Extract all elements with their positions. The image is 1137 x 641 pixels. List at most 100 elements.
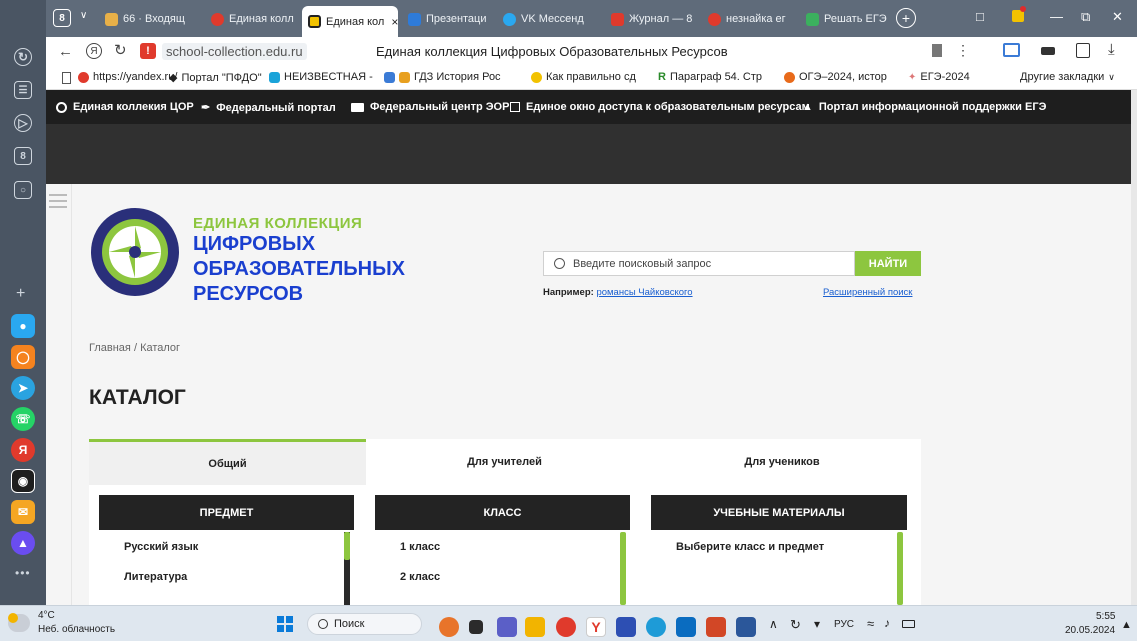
bookmark-page-icon[interactable]	[932, 44, 942, 57]
topnav-link[interactable]: ✒ Федеральный портал	[201, 101, 336, 115]
browser-tab-active[interactable]: Единая кол ×	[302, 6, 398, 37]
topnav-link[interactable]: Единое окно доступа к образовательным ре…	[510, 101, 810, 113]
search-button[interactable]: НАЙТИ	[855, 251, 921, 276]
tray-pen-icon[interactable]: ▾	[814, 617, 820, 631]
page-scrollbar[interactable]	[1131, 90, 1137, 605]
tab-count-badge[interactable]: 8	[53, 9, 71, 27]
close-window-icon[interactable]: ✕	[1112, 9, 1123, 25]
advanced-search-link[interactable]: Расширенный поиск	[823, 287, 912, 298]
word-icon[interactable]	[736, 617, 756, 637]
language-indicator[interactable]: РУС	[834, 619, 854, 630]
yandex-icon[interactable]	[556, 617, 576, 637]
app-icon[interactable]	[616, 617, 636, 637]
tab-badge-icon[interactable]: 8	[14, 147, 32, 165]
tab-teachers[interactable]: Для учителей	[366, 439, 643, 485]
wifi-icon[interactable]: ≈	[867, 616, 874, 631]
volume-icon[interactable]: ♪	[884, 616, 890, 630]
powerpoint-icon[interactable]	[706, 617, 726, 637]
subject-item[interactable]: Литература	[124, 571, 187, 583]
breadcrumb-home[interactable]: Главная	[89, 342, 131, 354]
widgets-icon[interactable]	[439, 617, 459, 637]
subject-item[interactable]: Русский язык	[124, 541, 198, 553]
mail-icon[interactable]	[676, 617, 696, 637]
new-tab-button[interactable]: +	[896, 8, 916, 28]
clock-time[interactable]: 5:55	[1096, 611, 1115, 622]
alice-icon[interactable]: ▲	[11, 531, 35, 555]
windows-start-icon[interactable]	[277, 616, 293, 632]
tab-general[interactable]: Общий	[89, 439, 366, 485]
bookmark-item[interactable]: ОГЭ–2024, истор	[784, 71, 887, 83]
url-domain[interactable]: school-collection.edu.ru	[162, 43, 307, 60]
bookmark-item[interactable]: https://yandex.ru/	[78, 71, 177, 83]
notification-bell-icon[interactable]: ▲	[1121, 619, 1132, 631]
messenger-icon[interactable]: ●	[11, 314, 35, 338]
bookmark-page-outline-icon[interactable]	[62, 72, 71, 84]
task-view-icon[interactable]	[469, 620, 483, 634]
topnav-link[interactable]: Федеральный центр ЭОР	[351, 101, 509, 113]
bookmark-item[interactable]: ГДЗ История Рос	[384, 71, 501, 83]
url-page-title[interactable]: Единая коллекция Цифровых Образовательны…	[376, 44, 728, 59]
tray-sync-icon[interactable]: ↻	[790, 617, 801, 633]
weather-text[interactable]: Неб. облачность	[38, 624, 115, 635]
clock-date[interactable]: 20.05.2024	[1065, 625, 1115, 636]
history-icon[interactable]: ↻	[14, 48, 32, 66]
browser-tab[interactable]: 66 · Входящ	[99, 7, 204, 31]
subject-list-scrollbar[interactable]	[344, 532, 350, 560]
whatsapp-icon[interactable]: ☏	[11, 407, 35, 431]
yandex-home-icon[interactable]: Я	[86, 43, 102, 59]
yandex-icon[interactable]: Я	[11, 438, 35, 462]
search-input[interactable]: Введите поисковый запрос	[573, 258, 711, 270]
materials-list-scrollbar[interactable]	[897, 532, 903, 605]
hamburger-menu-icon[interactable]	[49, 194, 67, 208]
browser-tab[interactable]: Журнал — 8	[605, 7, 701, 31]
teams-icon[interactable]	[497, 617, 517, 637]
downloads-panel-icon[interactable]	[1076, 43, 1090, 58]
battery-icon[interactable]	[902, 620, 915, 628]
bookmarks-panel-icon[interactable]: ☰	[14, 81, 32, 99]
weather-temp[interactable]: 4°C	[38, 610, 55, 621]
file-explorer-icon[interactable]	[525, 617, 545, 637]
tab-list-chevron-icon[interactable]: ∨	[80, 10, 87, 21]
grade-item[interactable]: 2 класс	[400, 571, 440, 583]
topnav-link[interactable]: Единая коллекия ЦОР	[56, 101, 194, 113]
menu-dots-icon[interactable]: ⋮	[956, 42, 970, 59]
browser-tab[interactable]: Единая колл	[205, 7, 297, 31]
tab-students[interactable]: Для учеников	[643, 439, 921, 485]
more-icon[interactable]: •••	[15, 566, 31, 580]
add-panel-icon[interactable]: +	[16, 285, 25, 303]
mail-icon[interactable]: ✉	[11, 500, 35, 524]
browser-tab[interactable]: Решать ЕГЭ	[800, 7, 894, 31]
site-logo[interactable]	[89, 206, 181, 303]
download-icon[interactable]: ⤓	[1108, 41, 1115, 58]
battery-icon[interactable]	[1041, 47, 1055, 55]
minimize-icon[interactable]: —	[1050, 9, 1063, 24]
example-link[interactable]: романсы Чайковского	[596, 287, 692, 298]
chat-icon[interactable]: ○	[14, 181, 32, 199]
bookmark-item[interactable]: ◆ Портал "ПФДО"	[169, 71, 262, 85]
play-icon[interactable]: ▷	[14, 114, 32, 132]
bookmark-item[interactable]: R Параграф 54. Стр	[658, 71, 762, 83]
restore-icon[interactable]: ⧉	[1081, 9, 1090, 25]
reload-icon[interactable]: ↻	[114, 41, 127, 59]
browser-tab[interactable]: незнайка ег	[702, 7, 799, 31]
collections-icon[interactable]: □	[976, 9, 984, 24]
security-warning-icon[interactable]: !	[140, 43, 156, 59]
tray-chevron-icon[interactable]: ∧	[769, 617, 778, 631]
topnav-link[interactable]: ▲ Портал информационной поддержки ЕГЭ	[802, 101, 1046, 113]
taskbar-search[interactable]: Поиск	[307, 613, 422, 635]
bookmark-item[interactable]: НЕИЗВЕСТНАЯ -	[269, 71, 373, 83]
camera-icon[interactable]: ◉	[11, 469, 35, 493]
telegram-icon[interactable]: ➤	[11, 376, 35, 400]
browser-tab[interactable]: Презентаци	[402, 7, 496, 31]
search-box[interactable]: Введите поисковый запрос	[543, 251, 855, 276]
back-icon[interactable]: ←	[58, 43, 73, 60]
odnoklassniki-icon[interactable]: ◯	[11, 345, 35, 369]
close-tab-icon[interactable]: ×	[391, 15, 398, 29]
bookmark-item[interactable]: ✦ ЕГЭ-2024	[908, 71, 970, 83]
edge-icon[interactable]	[646, 617, 666, 637]
screen-cast-icon[interactable]	[1003, 43, 1020, 57]
grade-item[interactable]: 1 класс	[400, 541, 440, 553]
other-bookmarks[interactable]: Другие закладки ∨	[1020, 71, 1115, 83]
bookmark-item[interactable]: Как правильно сд	[531, 71, 636, 83]
yandex-browser-icon[interactable]: Y	[586, 617, 606, 637]
